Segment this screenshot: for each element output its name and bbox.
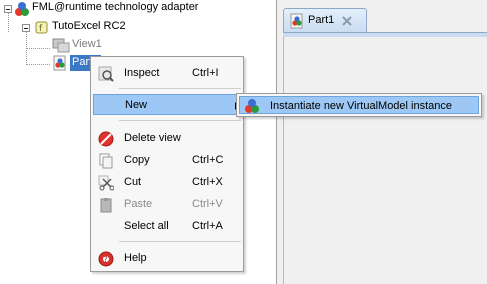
- editor-body: [283, 37, 487, 284]
- menu-item-label: Paste: [124, 198, 153, 210]
- menu-item-help[interactable]: ? Help: [93, 248, 241, 269]
- menu-item-label: Cut: [124, 176, 142, 188]
- view-icon: [52, 38, 70, 53]
- help-icon: ?: [98, 251, 114, 267]
- panel-divider[interactable]: [276, 0, 277, 284]
- close-icon[interactable]: [342, 16, 352, 26]
- menu-item-label: Inspect: [124, 67, 160, 79]
- menu-item-shortcut: Ctrl+A: [192, 220, 223, 232]
- editor-tabbar: Part1: [283, 8, 487, 33]
- menu-item-label: Delete view: [124, 132, 181, 144]
- submenu-new: Instantiate new VirtualModel instance: [236, 93, 482, 117]
- menu-item-shortcut: Ctrl+I: [192, 67, 219, 79]
- tree-connector: [26, 64, 50, 65]
- delete-icon: [98, 131, 114, 147]
- menu-item-delete-view[interactable]: Delete view: [93, 128, 241, 149]
- menu-item-label: Copy: [124, 154, 150, 166]
- menu-item-paste[interactable]: Paste Ctrl+V: [93, 194, 241, 215]
- tree-connector: [26, 48, 50, 49]
- sheet-icon: [53, 55, 66, 71]
- menu-item-shortcut: Ctrl+C: [192, 154, 224, 166]
- menu-item-select-all[interactable]: Select all Ctrl+A: [93, 216, 241, 237]
- scissors-icon: [98, 175, 114, 191]
- menu-separator: [119, 120, 241, 121]
- menu-item-copy[interactable]: Copy Ctrl+C: [93, 150, 241, 171]
- menu-item-label: Instantiate new VirtualModel instance: [270, 100, 453, 112]
- menu-item-label: Select all: [124, 220, 169, 232]
- collapse-toggle-project[interactable]: [22, 24, 30, 32]
- tree-item-project-label[interactable]: TutoExcel RC2: [52, 20, 126, 32]
- menu-item-shortcut: Ctrl+V: [192, 198, 223, 210]
- magnifier-icon: [98, 66, 114, 82]
- project-icon: f: [35, 21, 48, 34]
- menu-item-label: New: [125, 99, 148, 111]
- tree-item-root-label[interactable]: FML@runtime technology adapter: [32, 1, 198, 13]
- svg-text:?: ?: [104, 255, 108, 264]
- tab-part1[interactable]: Part1: [283, 8, 367, 33]
- collapse-toggle-root[interactable]: [4, 5, 12, 13]
- menu-item-instantiate-virtualmodel[interactable]: Instantiate new VirtualModel instance: [239, 96, 479, 114]
- copy-icon: [99, 153, 113, 169]
- paste-icon: [100, 198, 112, 213]
- menu-item-cut[interactable]: Cut Ctrl+X: [93, 172, 241, 193]
- menu-item-inspect[interactable]: Inspect Ctrl+I: [93, 63, 241, 84]
- menu-item-label: Help: [124, 252, 147, 264]
- context-menu: Inspect Ctrl+I New Delete view Copy Ctrl…: [90, 56, 244, 272]
- fml-adapter-icon: [15, 2, 29, 16]
- menu-separator: [119, 241, 241, 242]
- menu-separator: [119, 88, 241, 89]
- tree-item-view1-label[interactable]: View1: [72, 38, 102, 50]
- tab-label: Part1: [308, 14, 335, 26]
- virtualmodel-icon: [245, 99, 259, 113]
- tree-connector: [8, 12, 9, 32]
- menu-item-new[interactable]: New: [93, 94, 241, 115]
- menu-item-shortcut: Ctrl+X: [192, 176, 223, 188]
- sheet-icon: [290, 13, 303, 29]
